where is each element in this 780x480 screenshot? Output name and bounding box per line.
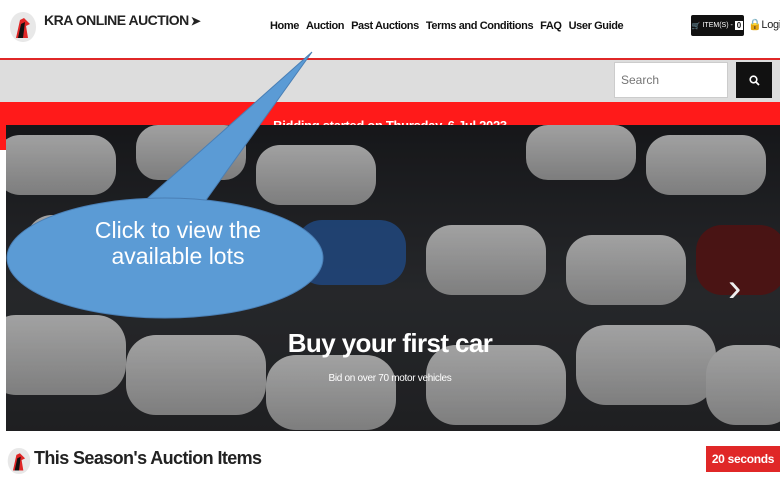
callout-text: Click to view the available lots (94, 217, 262, 269)
cart-label: ITEM(S) - (702, 22, 733, 29)
carousel-next-chevron-icon[interactable]: › (728, 268, 741, 308)
brand-name[interactable]: KRA ONLINE AUCTION ➤ (44, 12, 201, 28)
login-dropdown[interactable]: 🔒Login▾ (748, 18, 780, 31)
cart-icon: 🛒 (691, 22, 701, 30)
search-input[interactable] (614, 62, 728, 98)
search-button[interactable] (736, 62, 772, 98)
hammer-icon: ➤ (190, 14, 201, 28)
main-nav: Home Auction Past Auctions Terms and Con… (270, 20, 624, 32)
hero-title: Buy your first car (287, 328, 493, 358)
hero-carousel (6, 125, 780, 431)
parked-cars-image (6, 125, 780, 431)
login-label: Login (761, 19, 780, 31)
section-logo-icon (7, 448, 31, 474)
kra-logo-icon[interactable] (8, 10, 38, 44)
nav-past-auctions[interactable]: Past Auctions (351, 20, 419, 32)
nav-faq[interactable]: FAQ (540, 20, 562, 32)
nav-auction[interactable]: Auction (306, 20, 345, 32)
lock-icon: 🔒 (748, 19, 762, 31)
nav-home[interactable]: Home (270, 20, 299, 32)
nav-terms[interactable]: Terms and Conditions (426, 20, 534, 32)
brand-text: KRA ONLINE AUCTION (44, 12, 189, 28)
cart-button[interactable]: 🛒 ITEM(S) - 0 (691, 15, 744, 36)
cart-count: 0 (734, 21, 744, 30)
hero-subtitle: Bid on over 70 motor vehicles (328, 373, 452, 384)
search-icon (748, 74, 760, 86)
section-title: This Season's Auction Items (34, 448, 262, 468)
countdown-timer: 20 seconds (706, 446, 780, 472)
nav-user-guide[interactable]: User Guide (569, 20, 624, 32)
top-navbar: KRA ONLINE AUCTION ➤ Home Auction Past Au… (0, 0, 780, 60)
